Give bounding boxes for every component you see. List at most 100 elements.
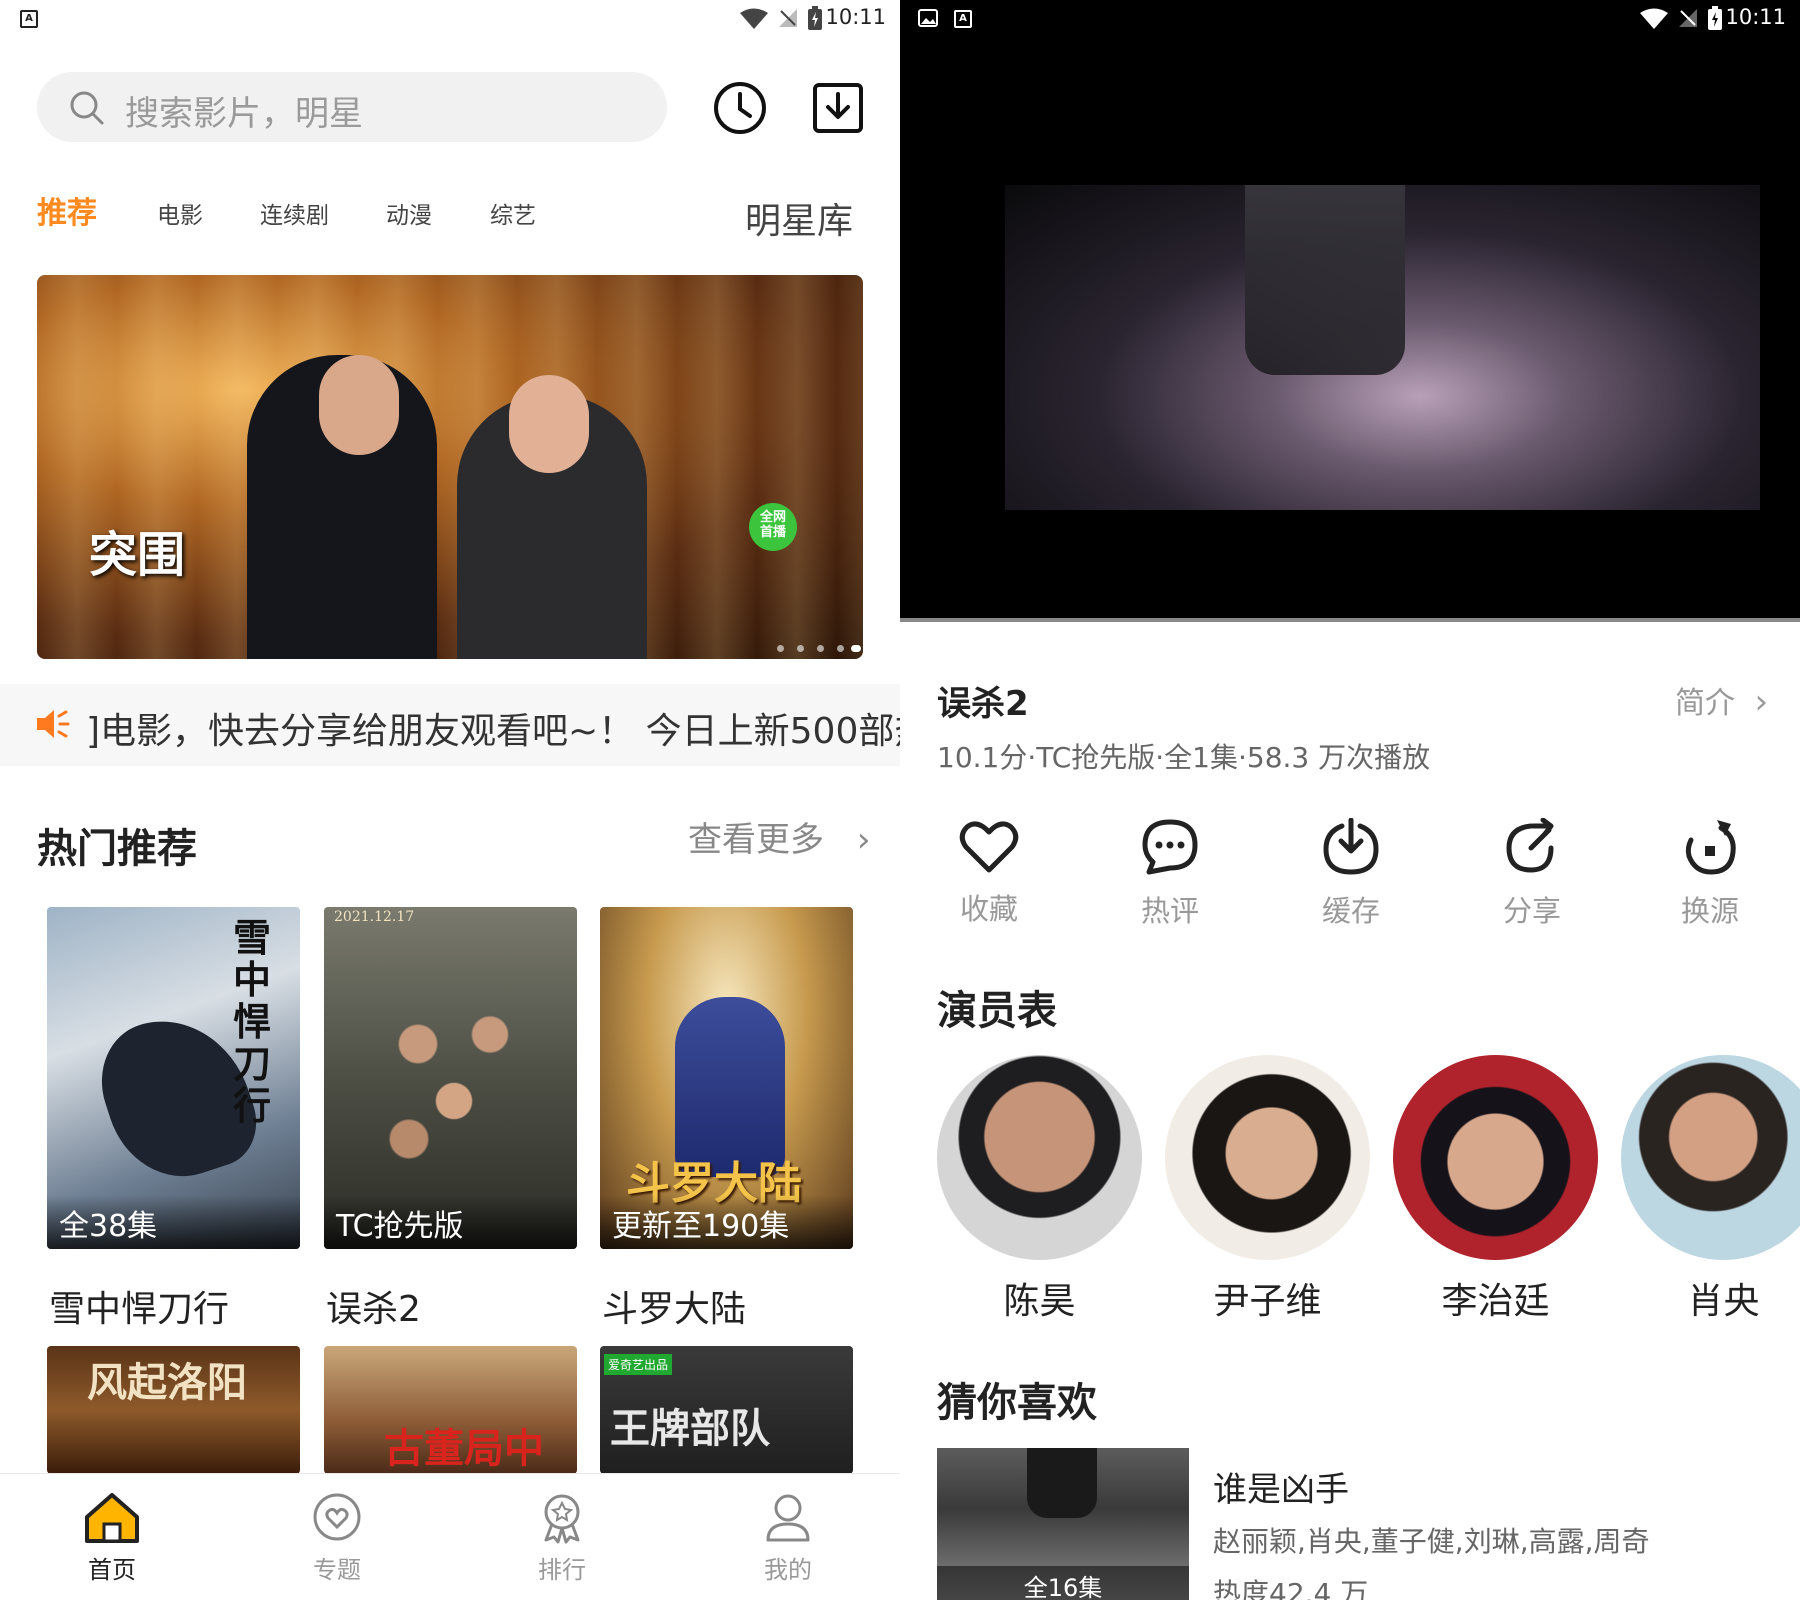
- video-figure: [1245, 185, 1405, 375]
- banner-premiere-badge: 全网 首播: [749, 503, 797, 551]
- app-notification-icon: A: [954, 10, 972, 28]
- announcement-text: ]电影，快去分享给朋友观看吧~！ 今日上新500部热: [86, 711, 900, 752]
- poster-tag: 爱奇艺出品: [604, 1354, 673, 1375]
- switch-source-icon: [1685, 820, 1736, 875]
- video-player[interactable]: A 10:11: [900, 0, 1800, 622]
- recommend-card[interactable]: 全16集 谁是凶手 赵丽颖,肖央,董子健,刘琳,高露,周奇 热度42.4 万: [937, 1448, 1763, 1600]
- cast-title: 演员表: [937, 988, 1057, 1034]
- banner-dot-active[interactable]: [851, 645, 861, 652]
- hot-section-title: 热门推荐: [37, 826, 197, 872]
- share-button[interactable]: 分享: [1472, 817, 1592, 930]
- search-icon: [70, 91, 104, 125]
- cast-member[interactable]: 尹子维: [1165, 1055, 1370, 1324]
- share-label: 分享: [1502, 894, 1561, 928]
- cache-button[interactable]: 缓存: [1291, 817, 1411, 930]
- no-signal-icon: [779, 9, 797, 27]
- nav-profile-label: 我的: [764, 1556, 812, 1584]
- poster-card[interactable]: 斗罗大陆 更新至190集: [600, 907, 853, 1249]
- star-library-link[interactable]: 明星库: [745, 192, 853, 244]
- poster-card[interactable]: 爱奇艺出品 王牌部队: [600, 1346, 853, 1474]
- actor-name: 陈昊: [1003, 1281, 1076, 1322]
- poster-card[interactable]: 雪中悍刀行 全38集: [47, 907, 300, 1249]
- cast-member[interactable]: 陈昊: [937, 1055, 1142, 1324]
- poster-card[interactable]: 古董局中局: [324, 1346, 577, 1474]
- poster-card[interactable]: 风起洛阳: [47, 1346, 300, 1474]
- poster-title[interactable]: 斗罗大陆: [602, 1280, 746, 1332]
- see-more-link[interactable]: 查看更多 ›: [688, 812, 870, 861]
- comment-icon: [1142, 819, 1198, 875]
- banner-dot[interactable]: [777, 645, 784, 652]
- actor-avatar: [1393, 1055, 1598, 1260]
- tab-movie[interactable]: 电影: [157, 196, 203, 230]
- poster-title[interactable]: 误杀2: [326, 1280, 421, 1332]
- detail-screen: A 10:11 误杀2 简介 › 10.1分·TC抢先版·全1集·58.3 万次…: [900, 0, 1800, 1600]
- poster-badge: 全38集: [47, 1195, 300, 1249]
- tab-recommend[interactable]: 推荐: [37, 188, 97, 232]
- download-box-icon[interactable]: [812, 82, 864, 134]
- search-placeholder: 搜索影片，明星: [125, 94, 363, 134]
- cast-member[interactable]: 肖央: [1621, 1055, 1800, 1324]
- banner-lights: [37, 275, 863, 659]
- video-progress-track[interactable]: [900, 618, 1800, 622]
- nav-home-label: 首页: [88, 1556, 136, 1584]
- speaker-icon: [37, 710, 70, 738]
- chevron-right-icon: ›: [1754, 682, 1769, 722]
- history-clock-icon[interactable]: [712, 80, 768, 136]
- tab-variety[interactable]: 综艺: [490, 196, 536, 230]
- nav-home[interactable]: 首页: [52, 1492, 172, 1585]
- user-icon: [766, 1494, 810, 1542]
- actor-name: 肖央: [1687, 1281, 1760, 1322]
- poster-badge: TC抢先版: [324, 1195, 577, 1249]
- app-notification-icon: A: [20, 10, 38, 28]
- comments-label: 热评: [1140, 894, 1199, 928]
- badge-line-2: 首播: [759, 525, 786, 540]
- recommend-name: 谁是凶手: [1213, 1470, 1349, 1510]
- poster-art-text: 王牌部队: [610, 1405, 770, 1452]
- thumbnail-figure: [1027, 1448, 1097, 1518]
- heart-bubble-icon: [313, 1493, 361, 1541]
- wifi-icon: [1640, 8, 1668, 29]
- recommend-heat: 热度42.4 万: [1213, 1577, 1369, 1600]
- favorite-label: 收藏: [959, 892, 1018, 926]
- battery-icon: [808, 6, 822, 30]
- nav-ranking-label: 排行: [538, 1556, 586, 1584]
- search-input[interactable]: 搜索影片，明星: [37, 72, 667, 142]
- banner-dots: [777, 645, 861, 653]
- banner-dot[interactable]: [797, 645, 804, 652]
- tab-series[interactable]: 连续剧: [260, 196, 329, 230]
- poster-card[interactable]: 2021.12.17 TC抢先版: [324, 907, 577, 1249]
- tab-anime[interactable]: 动漫: [386, 196, 432, 230]
- share-icon: [1506, 817, 1554, 873]
- poster-art-text: 风起洛阳: [87, 1359, 247, 1406]
- poster-title[interactable]: 雪中悍刀行: [49, 1280, 229, 1332]
- wifi-icon: [740, 8, 768, 29]
- nav-topics-label: 专题: [313, 1556, 361, 1584]
- intro-link[interactable]: 简介 ›: [1675, 678, 1768, 722]
- banner-title: 突围: [89, 527, 186, 583]
- favorite-button[interactable]: 收藏: [929, 818, 1049, 928]
- actor-name: 李治廷: [1441, 1281, 1550, 1322]
- hero-banner[interactable]: 突围 全网 首播: [37, 275, 863, 659]
- recommend-thumbnail: 全16集: [937, 1448, 1189, 1600]
- cast-member[interactable]: 李治廷: [1393, 1055, 1598, 1324]
- poster-art-text: 古董局中局: [384, 1425, 544, 1472]
- no-signal-icon: [1679, 9, 1697, 27]
- nav-ranking[interactable]: 排行: [502, 1492, 622, 1585]
- recommend-title: 猜你喜欢: [937, 1380, 1097, 1426]
- detail-meta: 10.1分·TC抢先版·全1集·58.3 万次播放: [937, 741, 1431, 774]
- switch-source-button[interactable]: 换源: [1650, 818, 1770, 930]
- comments-button[interactable]: 热评: [1110, 818, 1230, 930]
- announcement-bar[interactable]: ]电影，快去分享给朋友观看吧~！ 今日上新500部热: [0, 684, 900, 766]
- nav-topics[interactable]: 专题: [277, 1492, 397, 1585]
- home-screen: A 10:11 搜索影片，明星 推荐 电影 连续剧 动漫 综艺 明星库 突围 全…: [0, 0, 900, 1600]
- poster-art-text: 2021.12.17: [334, 909, 415, 925]
- banner-dot[interactable]: [837, 645, 844, 652]
- poster-art-text: 雪中悍刀行: [233, 915, 272, 1128]
- banner-dot[interactable]: [817, 645, 824, 652]
- nav-profile[interactable]: 我的: [728, 1492, 848, 1585]
- recommend-cast: 赵丽颖,肖央,董子健,刘琳,高露,周奇: [1213, 1525, 1650, 1558]
- home-icon: [85, 1493, 139, 1543]
- heart-icon: [959, 821, 1019, 873]
- detail-title: 误杀2: [937, 684, 1029, 724]
- battery-icon: [1708, 6, 1722, 30]
